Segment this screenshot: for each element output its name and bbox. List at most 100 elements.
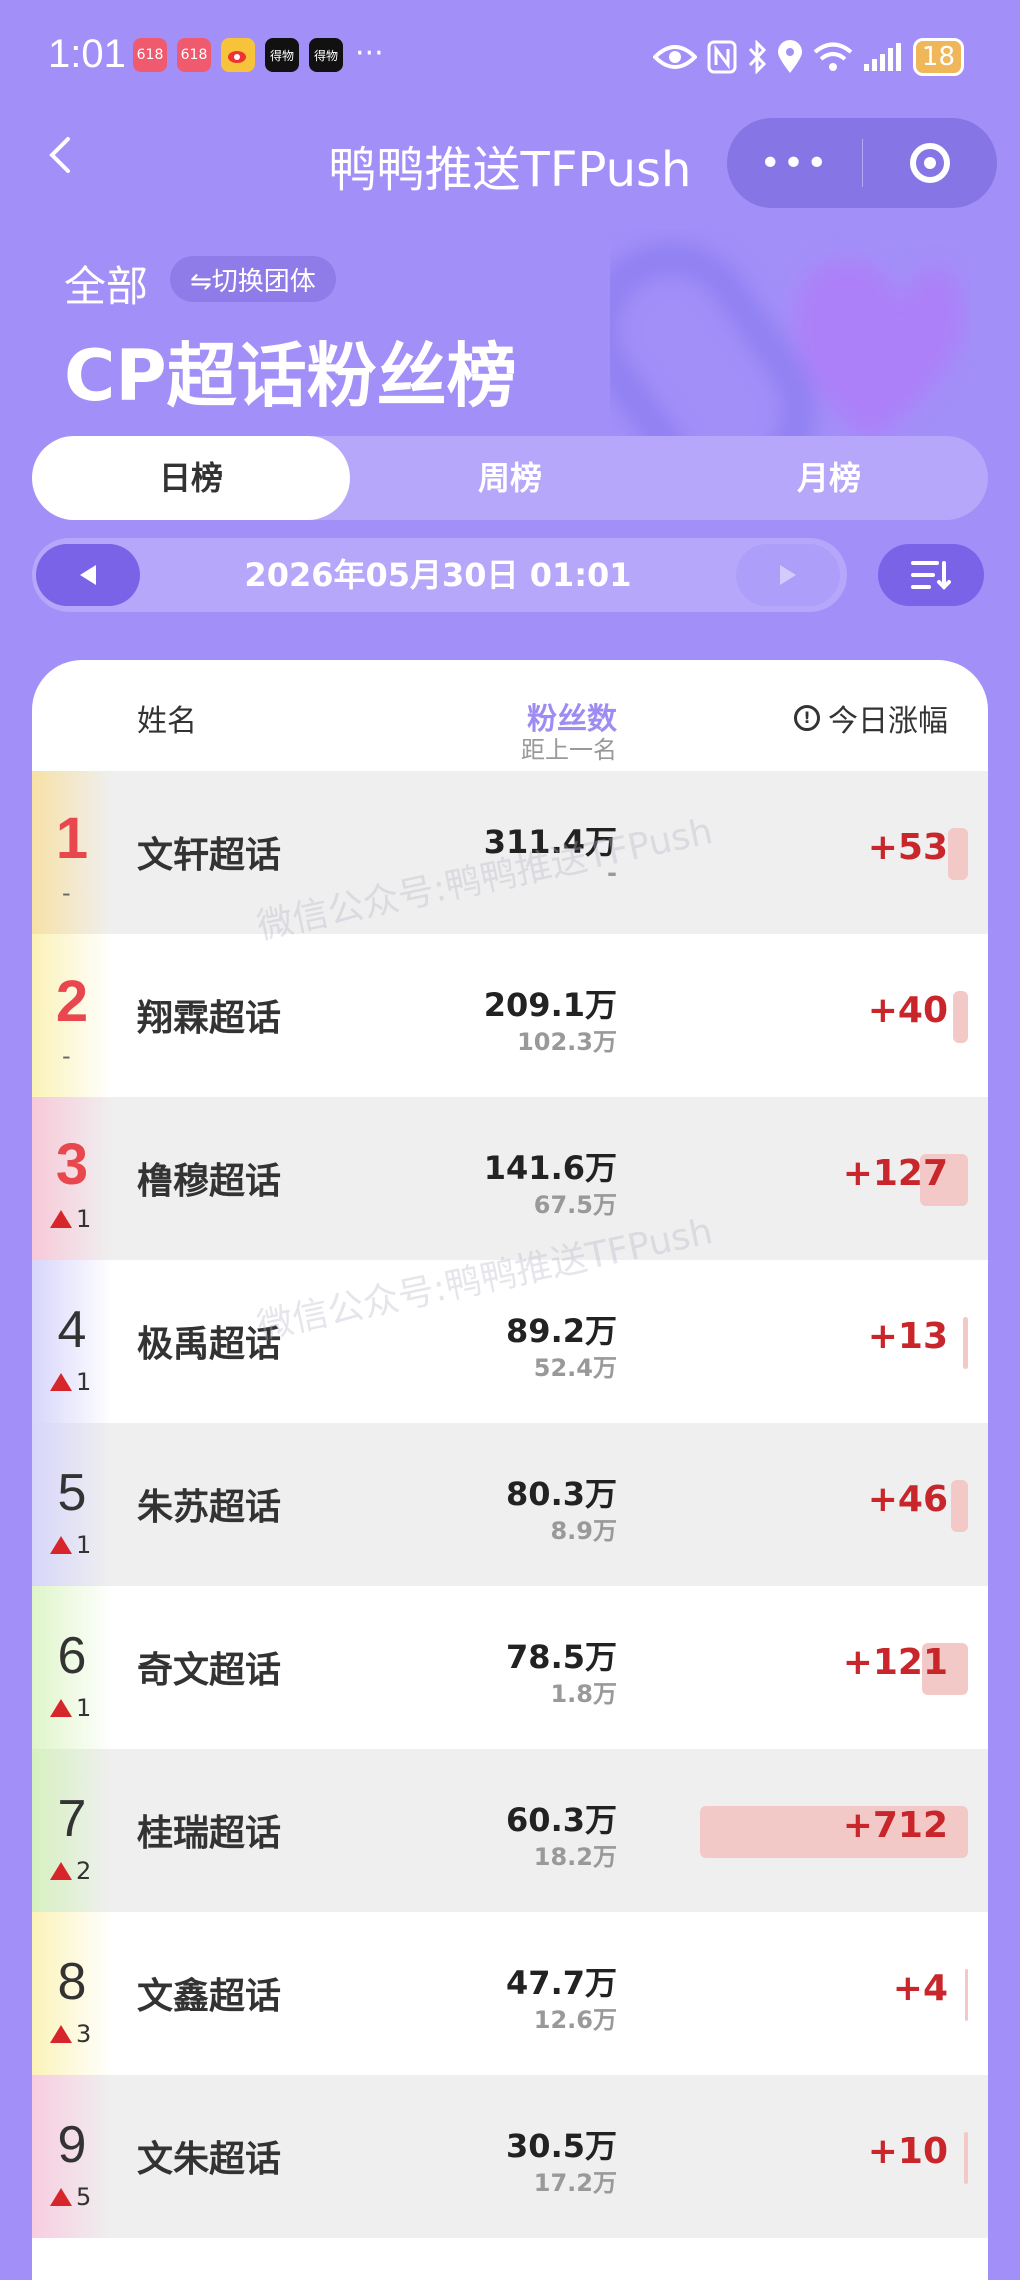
tab-weekly[interactable]: 周榜 [351,436,669,520]
today-growth: +127 [842,1153,948,1194]
gap-to-previous: 67.5万 [533,1191,617,1219]
ranking-row[interactable]: 6 1 奇文超话 78.5万 1.8万 +121 [32,1586,988,1749]
today-growth: +46 [867,1479,948,1520]
rank-number: 2 [55,969,89,1034]
tab-monthly[interactable]: 月榜 [670,436,988,520]
today-growth: +712 [842,1805,948,1846]
rank-number: 9 [57,2116,87,2174]
growth-bar [963,1317,968,1369]
topic-name[interactable]: 朱苏超话 [137,1478,281,1530]
rank-change-value: 1 [76,1205,92,1233]
triangle-left-icon [80,565,96,585]
target-icon [910,143,950,183]
rank-change: - [62,1042,71,1070]
rank-number: 3 [55,1132,89,1197]
today-growth: +10 [867,2131,948,2172]
rank-change-value: 3 [76,2020,92,2048]
ranking-row[interactable]: 5 1 朱苏超话 80.3万 8.9万 +46 [32,1423,988,1586]
topic-name[interactable]: 文轩超话 [137,826,281,878]
rank-change: 5 [50,2183,91,2211]
growth-bar [953,991,968,1043]
date-display: 2026年05月30日 01:01 [244,556,632,594]
fans-count: 30.5万 [506,2127,617,2165]
dewu-icon: 得物 [309,38,343,72]
nfc-icon [707,40,737,74]
weibo-icon [221,38,255,72]
fans-count: 141.6万 [483,1149,617,1187]
topic-name[interactable]: 奇文超话 [137,1641,281,1693]
next-date-button[interactable] [736,544,840,606]
gap-to-previous: 12.6万 [533,2006,617,2034]
tab-daily[interactable]: 日榜 [32,436,350,520]
rank-number: 5 [57,1464,87,1522]
rank-up-icon [50,1210,72,1228]
info-icon: ! [794,705,820,731]
rank-number: 7 [57,1790,87,1848]
heart-decoration-icon [610,242,965,470]
app-icon-618: 618 [177,38,211,72]
switch-group-button[interactable]: ⇋切换团体 [170,256,336,302]
column-header-gap: 距上一名 [521,736,617,764]
rank-number: 8 [57,1953,87,2011]
topic-name[interactable]: 文鑫超话 [137,1967,281,2019]
rank-change-value: 1 [76,1531,92,1559]
switch-group-label: ⇋切换团体 [190,266,316,297]
prev-date-button[interactable] [36,544,140,606]
rank-change: 3 [50,2020,91,2048]
today-growth: +121 [842,1642,948,1683]
fans-count: 89.2万 [506,1312,617,1350]
fans-count: 80.3万 [506,1475,617,1513]
column-header-name: 姓名 [137,704,197,739]
fans-count: 78.5万 [506,1638,617,1676]
rank-up-icon [50,1699,72,1717]
ranking-row[interactable]: 3 1 橹穆超话 141.6万 67.5万 +127 [32,1097,988,1260]
fans-count: 209.1万 [483,986,617,1024]
triangle-right-icon [780,565,796,585]
rank-number: 1 [55,806,89,871]
gap-to-previous: 102.3万 [517,1028,617,1056]
status-right: 18 [652,32,1020,82]
close-miniprogram-button[interactable] [863,143,997,183]
sort-button[interactable] [878,544,984,606]
rank-change-value: 2 [76,1857,92,1885]
today-growth: +53 [867,827,948,868]
ranking-row[interactable]: 9 5 文朱超话 30.5万 17.2万 +10 [32,2075,988,2238]
signal-icon [863,43,901,71]
gap-to-previous: 8.9万 [550,1517,617,1545]
rank-change: 1 [50,1694,91,1722]
app-icon-618: 618 [133,38,167,72]
ranking-row[interactable]: 2 - 翔霖超话 209.1万 102.3万 +40 [32,934,988,1097]
rank-number: 6 [57,1627,87,1685]
battery-icon: 18 [912,38,964,76]
status-time: 1:01 [48,32,126,76]
ranking-row[interactable]: 7 2 桂瑞超话 60.3万 18.2万 +712 [32,1749,988,1912]
sort-list-icon [911,561,951,590]
topic-name[interactable]: 桂瑞超话 [137,1804,281,1856]
fans-count: 60.3万 [506,1801,617,1839]
rank-change: - [62,879,71,907]
rank-change-value: 1 [76,1368,92,1396]
bluetooth-icon [748,40,766,74]
rank-change: 1 [50,1205,91,1233]
rank-change-value: 5 [76,2183,92,2211]
rank-up-icon [50,1373,72,1391]
fans-count: 47.7万 [506,1964,617,2002]
column-header-today[interactable]: ! 今日涨幅 [794,696,948,740]
dewu-icon: 得物 [265,38,299,72]
location-icon [777,40,802,73]
more-menu-button[interactable]: ••• [727,143,862,184]
rank-up-icon [50,1862,72,1880]
growth-bar [951,1480,968,1532]
rank-number: 4 [57,1301,87,1359]
rank-up-icon [50,1536,72,1554]
topic-name[interactable]: 翔霖超话 [137,989,281,1041]
topic-name[interactable]: 橹穆超话 [137,1152,281,1204]
growth-bar [965,1969,968,2021]
wifi-icon [813,42,853,71]
ranking-card: 姓名 粉丝数 距上一名 ! 今日涨幅 1- 文轩超话 311.4万 - +53 2- 翔霖超… [32,660,988,2280]
rank-up-icon [50,2188,72,2206]
column-header-today-label: 今日涨幅 [828,704,948,739]
ranking-row[interactable]: 8 3 文鑫超话 47.7万 12.6万 +4 [32,1912,988,2075]
gap-to-previous: 1.8万 [550,1680,617,1708]
topic-name[interactable]: 文朱超话 [137,2130,281,2182]
